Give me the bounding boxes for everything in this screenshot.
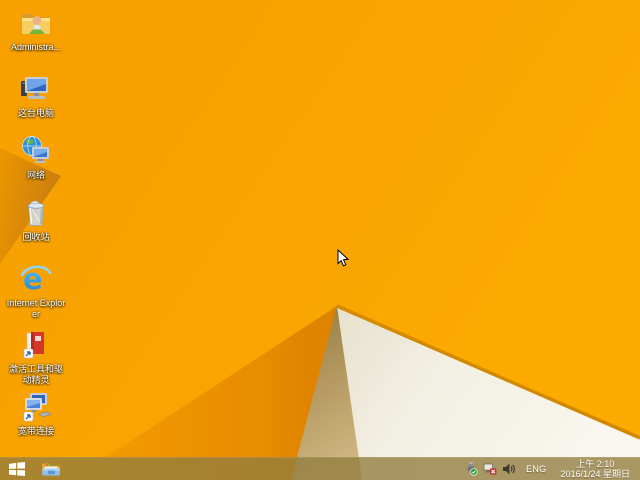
taskbar: ENG 上午 2:10 2016/1/24 星期日 xyxy=(0,457,640,480)
this-pc-icon xyxy=(19,72,53,106)
desktop-icon-label: Internet Explorer xyxy=(6,298,66,319)
desktop-icon-recycle-bin[interactable]: 回收站 xyxy=(2,196,70,243)
desktop-icon-label: 回收站 xyxy=(22,232,50,242)
desktop-icon-label: 宽带连接 xyxy=(17,426,54,436)
desktop-icon-this-pc[interactable]: 这台电脑 xyxy=(2,72,70,119)
safely-remove-hardware-icon[interactable] xyxy=(464,462,478,476)
desktop-icon-network[interactable]: 网络 xyxy=(2,134,70,181)
wallpaper xyxy=(0,0,640,480)
file-explorer-icon xyxy=(42,463,60,476)
clock-time: 上午 2:10 xyxy=(576,459,615,469)
system-tray: ENG 上午 2:10 2016/1/24 星期日 xyxy=(464,458,640,480)
broadband-connection-icon xyxy=(19,390,53,424)
taskbar-clock[interactable]: 上午 2:10 2016/1/24 星期日 xyxy=(556,459,634,479)
clock-date: 2016/1/24 星期日 xyxy=(560,469,630,479)
desktop-icon-label: 网络 xyxy=(26,170,45,180)
start-button[interactable] xyxy=(0,458,34,480)
desktop-icon-label: 这台电脑 xyxy=(17,108,54,118)
desktop-icon-broadband[interactable]: 宽带连接 xyxy=(2,390,70,437)
language-indicator[interactable]: ENG xyxy=(521,464,551,474)
volume-icon[interactable] xyxy=(502,462,516,476)
internet-explorer-icon: e xyxy=(19,262,53,296)
file-explorer-button[interactable] xyxy=(34,458,68,480)
desktop-icon-administrator[interactable]: Administra... xyxy=(2,6,70,53)
windows-logo-icon xyxy=(9,462,25,476)
network-disconnected-icon[interactable] xyxy=(483,462,497,476)
desktop-icon-label: Administra... xyxy=(10,42,61,52)
activation-tools-icon xyxy=(19,328,53,362)
network-icon xyxy=(19,134,53,168)
user-folder-icon xyxy=(19,6,53,40)
desktop-icon-label: 激活工具和驱动精灵 xyxy=(8,364,63,385)
recycle-bin-icon xyxy=(19,196,53,230)
desktop-icon-internet-explorer[interactable]: e Internet Explorer xyxy=(2,262,70,320)
mouse-cursor xyxy=(337,249,349,267)
desktop-icon-activation-tools[interactable]: 激活工具和驱动精灵 xyxy=(2,328,70,386)
